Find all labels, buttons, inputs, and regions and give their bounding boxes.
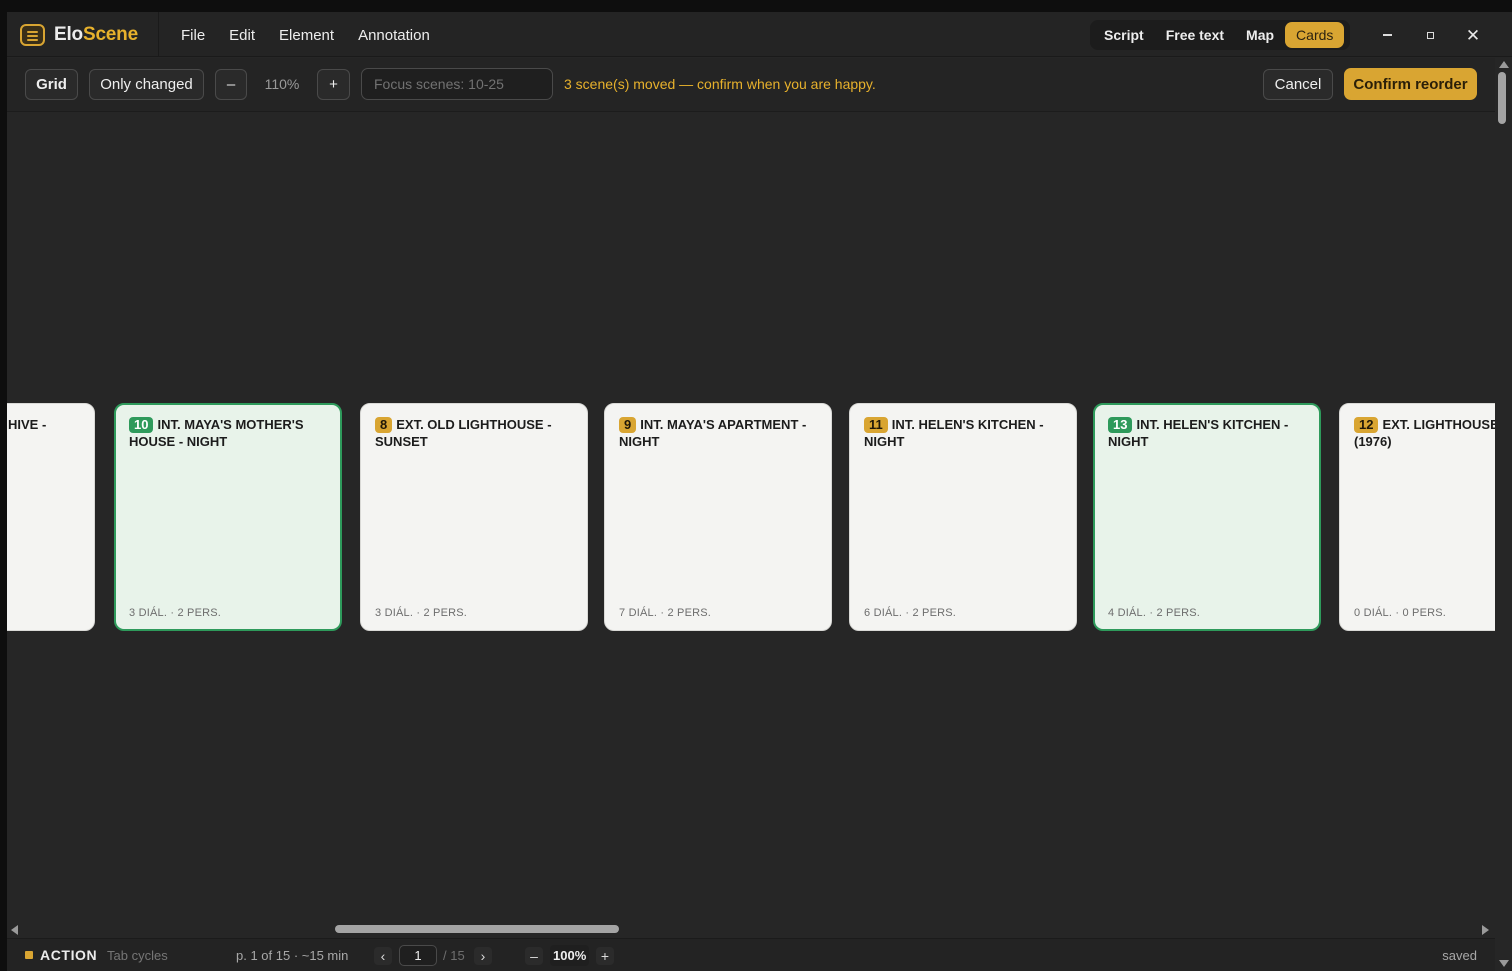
scene-number-badge: 12: [1354, 417, 1379, 433]
next-page-button[interactable]: ›: [474, 947, 492, 965]
scene-card[interactable]: 10 INT. MAYA'S MOTHER'S HOUSE - NIGHT 3 D…: [114, 403, 342, 631]
save-status: saved: [1442, 948, 1477, 963]
vertical-scrollbar[interactable]: [1495, 58, 1512, 971]
app-name: EloScene: [54, 24, 138, 46]
page-info: p. 1 of 15 · ~15 min: [236, 948, 349, 963]
scene-heading-block: 8 EXT. OLD LIGHTHOUSE - SUNSET: [375, 416, 575, 450]
scene-heading-block: 13 INT. HELEN'S KITCHEN - NIGHT: [1108, 416, 1307, 450]
element-hint: Tab cycles: [107, 948, 168, 963]
scene-heading: INT. MAYA'S MOTHER'S HOUSE - NIGHT: [129, 417, 304, 449]
scene-stats: 3 DIÁL. · 2 PERS.: [375, 607, 468, 619]
only-changed-button[interactable]: Only changed: [89, 69, 204, 100]
scene-heading-block: 10 INT. MAYA'S MOTHER'S HOUSE - NIGHT: [129, 416, 328, 450]
menu-file[interactable]: File: [169, 24, 217, 47]
menu-annotation[interactable]: Annotation: [346, 24, 442, 47]
tab-cards[interactable]: Cards: [1285, 22, 1345, 48]
horizontal-scroll-thumb[interactable]: [335, 925, 619, 933]
tab-script[interactable]: Script: [1093, 22, 1155, 48]
zoom-out-small-button[interactable]: –: [525, 947, 543, 965]
current-element-type[interactable]: ACTION: [40, 947, 97, 963]
scene-number-badge: 10: [129, 417, 154, 433]
app-name-part2: Scene: [82, 24, 138, 45]
tab-free-text[interactable]: Free text: [1155, 22, 1235, 48]
app-window: EloScene File Edit Element Annotation Sc…: [7, 12, 1512, 971]
scroll-right-arrow-icon[interactable]: [1482, 925, 1489, 935]
status-bar: ACTION Tab cycles p. 1 of 15 · ~15 min ‹…: [7, 938, 1495, 971]
scene-heading-block: 11 INT. HELEN'S KITCHEN - NIGHT: [864, 416, 1064, 450]
vertical-scroll-thumb[interactable]: [1498, 72, 1506, 124]
scroll-down-arrow-icon[interactable]: [1499, 960, 1509, 967]
cards-canvas: HIVE - 10 INT. MAYA'S MOTHER'S HOUSE - NI…: [7, 113, 1495, 920]
grid-button[interactable]: Grid: [25, 69, 78, 100]
scroll-left-arrow-icon[interactable]: [11, 925, 18, 935]
scene-card[interactable]: 11 INT. HELEN'S KITCHEN - NIGHT 6 DIÁL. ·…: [849, 403, 1077, 631]
horizontal-scrollbar[interactable]: [7, 920, 1495, 938]
focus-scenes-input[interactable]: [361, 68, 553, 100]
scene-heading: INT. HELEN'S KITCHEN - NIGHT: [1108, 417, 1289, 449]
minimize-button[interactable]: [1377, 25, 1397, 45]
scene-number-badge: 13: [1108, 417, 1133, 433]
maximize-button[interactable]: [1420, 25, 1440, 45]
cards-toolbar: Grid Only changed – 110% + 3 scene(s) mo…: [7, 58, 1495, 112]
scene-heading: INT. MAYA'S APARTMENT - NIGHT: [619, 417, 807, 449]
close-icon: ✕: [1465, 25, 1481, 45]
scene-heading: HIVE -: [8, 417, 47, 432]
tab-map[interactable]: Map: [1235, 22, 1285, 48]
menu-edit[interactable]: Edit: [217, 24, 267, 47]
confirm-reorder-button[interactable]: Confirm reorder: [1344, 68, 1477, 100]
menu-element[interactable]: Element: [267, 24, 346, 47]
scene-number-badge: 8: [375, 417, 393, 433]
scene-card[interactable]: 8 EXT. OLD LIGHTHOUSE - SUNSET 3 DIÁL. · …: [360, 403, 588, 631]
title-divider: [158, 12, 159, 57]
scene-card[interactable]: 9 INT. MAYA'S APARTMENT - NIGHT 7 DIÁL. ·…: [604, 403, 832, 631]
maximize-icon: [1426, 31, 1434, 39]
reorder-status-message: 3 scene(s) moved — confirm when you are …: [564, 76, 876, 92]
scene-stats: 7 DIÁL. · 2 PERS.: [619, 607, 712, 619]
page-number-input[interactable]: [399, 945, 437, 966]
scroll-up-arrow-icon[interactable]: [1499, 61, 1509, 68]
minimize-icon: [1382, 34, 1392, 36]
scene-heading-block: 9 INT. MAYA'S APARTMENT - NIGHT: [619, 416, 819, 450]
title-bar: EloScene File Edit Element Annotation Sc…: [7, 12, 1512, 57]
app-name-part1: Elo: [54, 24, 83, 45]
zoom-out-button[interactable]: –: [215, 69, 247, 100]
scene-number-badge: 9: [619, 417, 637, 433]
scene-number-badge: 11: [864, 417, 888, 433]
page-total: / 15: [443, 948, 465, 963]
scene-stats: 4 DIÁL. · 2 PERS.: [1108, 607, 1201, 619]
menu-bar: File Edit Element Annotation: [169, 24, 442, 47]
scene-heading: INT. HELEN'S KITCHEN - NIGHT: [864, 417, 1044, 449]
view-switcher: Script Free text Map Cards: [1090, 20, 1350, 50]
zoom-in-small-button[interactable]: +: [596, 947, 614, 965]
script-page-icon: [20, 24, 45, 46]
scene-heading: EXT. OLD LIGHTHOUSE - SUNSET: [375, 417, 552, 449]
element-color-icon: [25, 951, 33, 959]
zoom-in-button[interactable]: +: [317, 69, 350, 100]
page-zoom-level[interactable]: 100%: [550, 945, 590, 966]
close-button[interactable]: ✕: [1463, 25, 1483, 45]
scene-card[interactable]: HIVE -: [7, 403, 95, 631]
zoom-level: 110%: [264, 76, 300, 92]
scene-stats: 3 DIÁL. · 2 PERS.: [129, 607, 222, 619]
scene-stats: 6 DIÁL. · 2 PERS.: [864, 607, 957, 619]
app-brand: EloScene: [20, 23, 138, 47]
cancel-button[interactable]: Cancel: [1263, 69, 1333, 100]
scene-stats: 0 DIÁL. · 0 PERS.: [1354, 607, 1447, 619]
prev-page-button[interactable]: ‹: [374, 947, 392, 965]
scene-heading-block: 12EXT. LIGHTHOUSE - NIGHT (1976): [1354, 416, 1495, 450]
scene-card[interactable]: 13 INT. HELEN'S KITCHEN - NIGHT 4 DIÁL. ·…: [1093, 403, 1321, 631]
scene-card[interactable]: 12EXT. LIGHTHOUSE - NIGHT (1976) 0 DIÁL.…: [1339, 403, 1495, 631]
